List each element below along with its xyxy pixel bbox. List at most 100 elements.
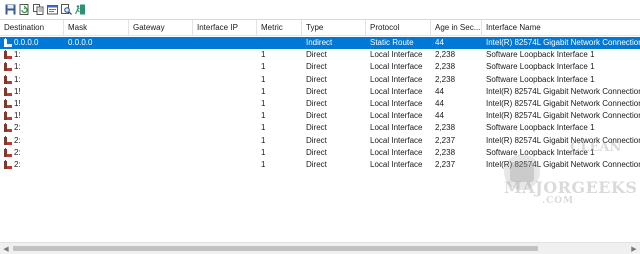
destination-text: 1!	[14, 111, 21, 121]
cell-destination: 2:	[0, 159, 64, 171]
refresh-icon[interactable]	[19, 4, 30, 15]
cell-gateway	[129, 86, 193, 98]
cell-age: 44	[435, 86, 444, 96]
scrollbar-thumb[interactable]	[13, 246, 538, 251]
cell-destination: 1!	[0, 110, 64, 122]
cell-type: Direct	[306, 74, 327, 84]
route-icon	[3, 123, 13, 133]
cell-type: Direct	[306, 135, 327, 145]
column-age[interactable]: Age in Sec...	[431, 20, 482, 36]
cell-interface-name: Software Loopback Interface 1	[486, 123, 595, 133]
route-icon	[3, 86, 13, 97]
copy-icon[interactable]	[33, 4, 44, 15]
destination-text: 1:	[14, 50, 21, 60]
cell-protocol: Local Interface	[370, 135, 423, 145]
cell-interface-name: Software Loopback Interface 1	[486, 50, 595, 60]
destination-text: 1!	[14, 99, 21, 108]
cell-mask	[64, 74, 129, 86]
cell-gateway	[129, 135, 193, 147]
find-icon[interactable]	[61, 4, 72, 15]
watermark-top-text: CLEAN	[570, 140, 622, 155]
cell-destination: 2:	[0, 147, 64, 159]
column-mask[interactable]: Mask	[64, 20, 129, 36]
cell-gateway	[129, 98, 193, 110]
cell-type: Indirect	[306, 38, 333, 47]
cell-age: 2,238	[435, 147, 456, 157]
cell-gateway	[129, 49, 193, 61]
table-row[interactable]: 0.0.0.0 0.0.0.0 Indirect Static Route 44 Inte…	[0, 37, 640, 49]
table-row[interactable]: 1! 1 Direct Local Interface 44 Intel(R) 82574…	[0, 110, 640, 122]
cell-metric: 1	[261, 135, 266, 145]
cell-mask	[64, 147, 129, 159]
column-interface-name[interactable]: Interface Name	[482, 20, 640, 36]
destination-text: 2:	[14, 123, 21, 133]
cell-interface-ip	[193, 49, 257, 61]
cell-gateway	[129, 159, 193, 171]
save-icon[interactable]	[5, 4, 16, 15]
cell-type: Direct	[306, 62, 327, 72]
scroll-left-icon[interactable]: ◀	[0, 243, 12, 254]
properties-icon[interactable]	[47, 4, 58, 15]
column-destination[interactable]: Destination	[0, 20, 64, 36]
cell-destination: 2:	[0, 122, 64, 134]
cell-mask	[64, 122, 129, 134]
table-row[interactable]: 1: 1 Direct Local Interface 2,238 Software Lo…	[0, 74, 640, 86]
cell-age: 2,238	[435, 50, 456, 60]
cell-type: Direct	[306, 111, 327, 121]
cell-metric: 1	[261, 62, 266, 72]
watermark: CLEAN MAJORGEEKS .COM	[492, 140, 640, 210]
cell-interface-ip	[193, 122, 257, 134]
route-icon	[3, 147, 13, 158]
watermark-com-text: .COM	[542, 196, 575, 206]
toolbar	[0, 0, 640, 20]
destination-text: 2:	[14, 160, 21, 169]
cell-interface-name: Software Loopback Interface 1	[486, 74, 595, 84]
column-protocol[interactable]: Protocol	[366, 20, 431, 36]
cell-mask	[64, 98, 129, 110]
table-row[interactable]: 2: 1 Direct Local Interface 2,238 Software Lo…	[0, 122, 640, 134]
exit-icon[interactable]	[75, 4, 86, 15]
column-header: Destination Mask Gateway Interface IP Me…	[0, 20, 640, 36]
cell-metric: 1	[261, 86, 266, 96]
cell-protocol: Local Interface	[370, 62, 423, 72]
destination-text: 2:	[14, 135, 21, 145]
table-row[interactable]: 1: 1 Direct Local Interface 2,238 Software Lo…	[0, 49, 640, 61]
cell-protocol: Local Interface	[370, 160, 423, 169]
cell-type: Direct	[306, 160, 327, 169]
route-icon	[3, 99, 13, 109]
cell-age: 2,237	[435, 160, 456, 169]
cell-interface-ip	[193, 147, 257, 159]
horizontal-scrollbar[interactable]: ◀ ▶	[0, 242, 640, 254]
cell-destination: 0.0.0.0	[0, 37, 64, 49]
scroll-right-icon[interactable]: ▶	[628, 243, 640, 254]
column-interface-ip[interactable]: Interface IP	[193, 20, 257, 36]
watermark-main-text: MAJORGEEKS	[504, 178, 638, 197]
cell-interface-ip	[193, 135, 257, 147]
table-row[interactable]: 1: 1 Direct Local Interface 2,238 Software Lo…	[0, 61, 640, 73]
cell-gateway	[129, 37, 193, 49]
destination-text: 1:	[14, 74, 21, 84]
table-row[interactable]: 1! 1 Direct Local Interface 44 Intel(R) 82574…	[0, 98, 640, 110]
cell-gateway	[129, 74, 193, 86]
cell-interface-ip	[193, 37, 257, 49]
column-gateway[interactable]: Gateway	[129, 20, 193, 36]
cell-protocol: Local Interface	[370, 111, 423, 121]
cell-destination: 1:	[0, 61, 64, 73]
cell-protocol: Local Interface	[370, 74, 423, 84]
cell-interface-ip	[193, 110, 257, 122]
column-metric[interactable]: Metric	[257, 20, 302, 36]
cell-type: Direct	[306, 147, 327, 157]
cell-metric: 1	[261, 50, 266, 60]
cell-destination: 1:	[0, 74, 64, 86]
cell-mask: 0.0.0.0	[68, 38, 93, 47]
table-row[interactable]: 1! 1 Direct Local Interface 44 Intel(R) 82574…	[0, 86, 640, 98]
cell-mask	[64, 110, 129, 122]
cell-protocol: Local Interface	[370, 86, 423, 96]
cell-gateway	[129, 147, 193, 159]
destination-text: 1:	[14, 62, 21, 72]
cell-destination: 1:	[0, 49, 64, 61]
column-type[interactable]: Type	[302, 20, 366, 36]
cell-type: Direct	[306, 50, 327, 60]
destination-text: 2:	[14, 147, 21, 157]
destination-text: 0.0.0.0	[14, 38, 39, 47]
